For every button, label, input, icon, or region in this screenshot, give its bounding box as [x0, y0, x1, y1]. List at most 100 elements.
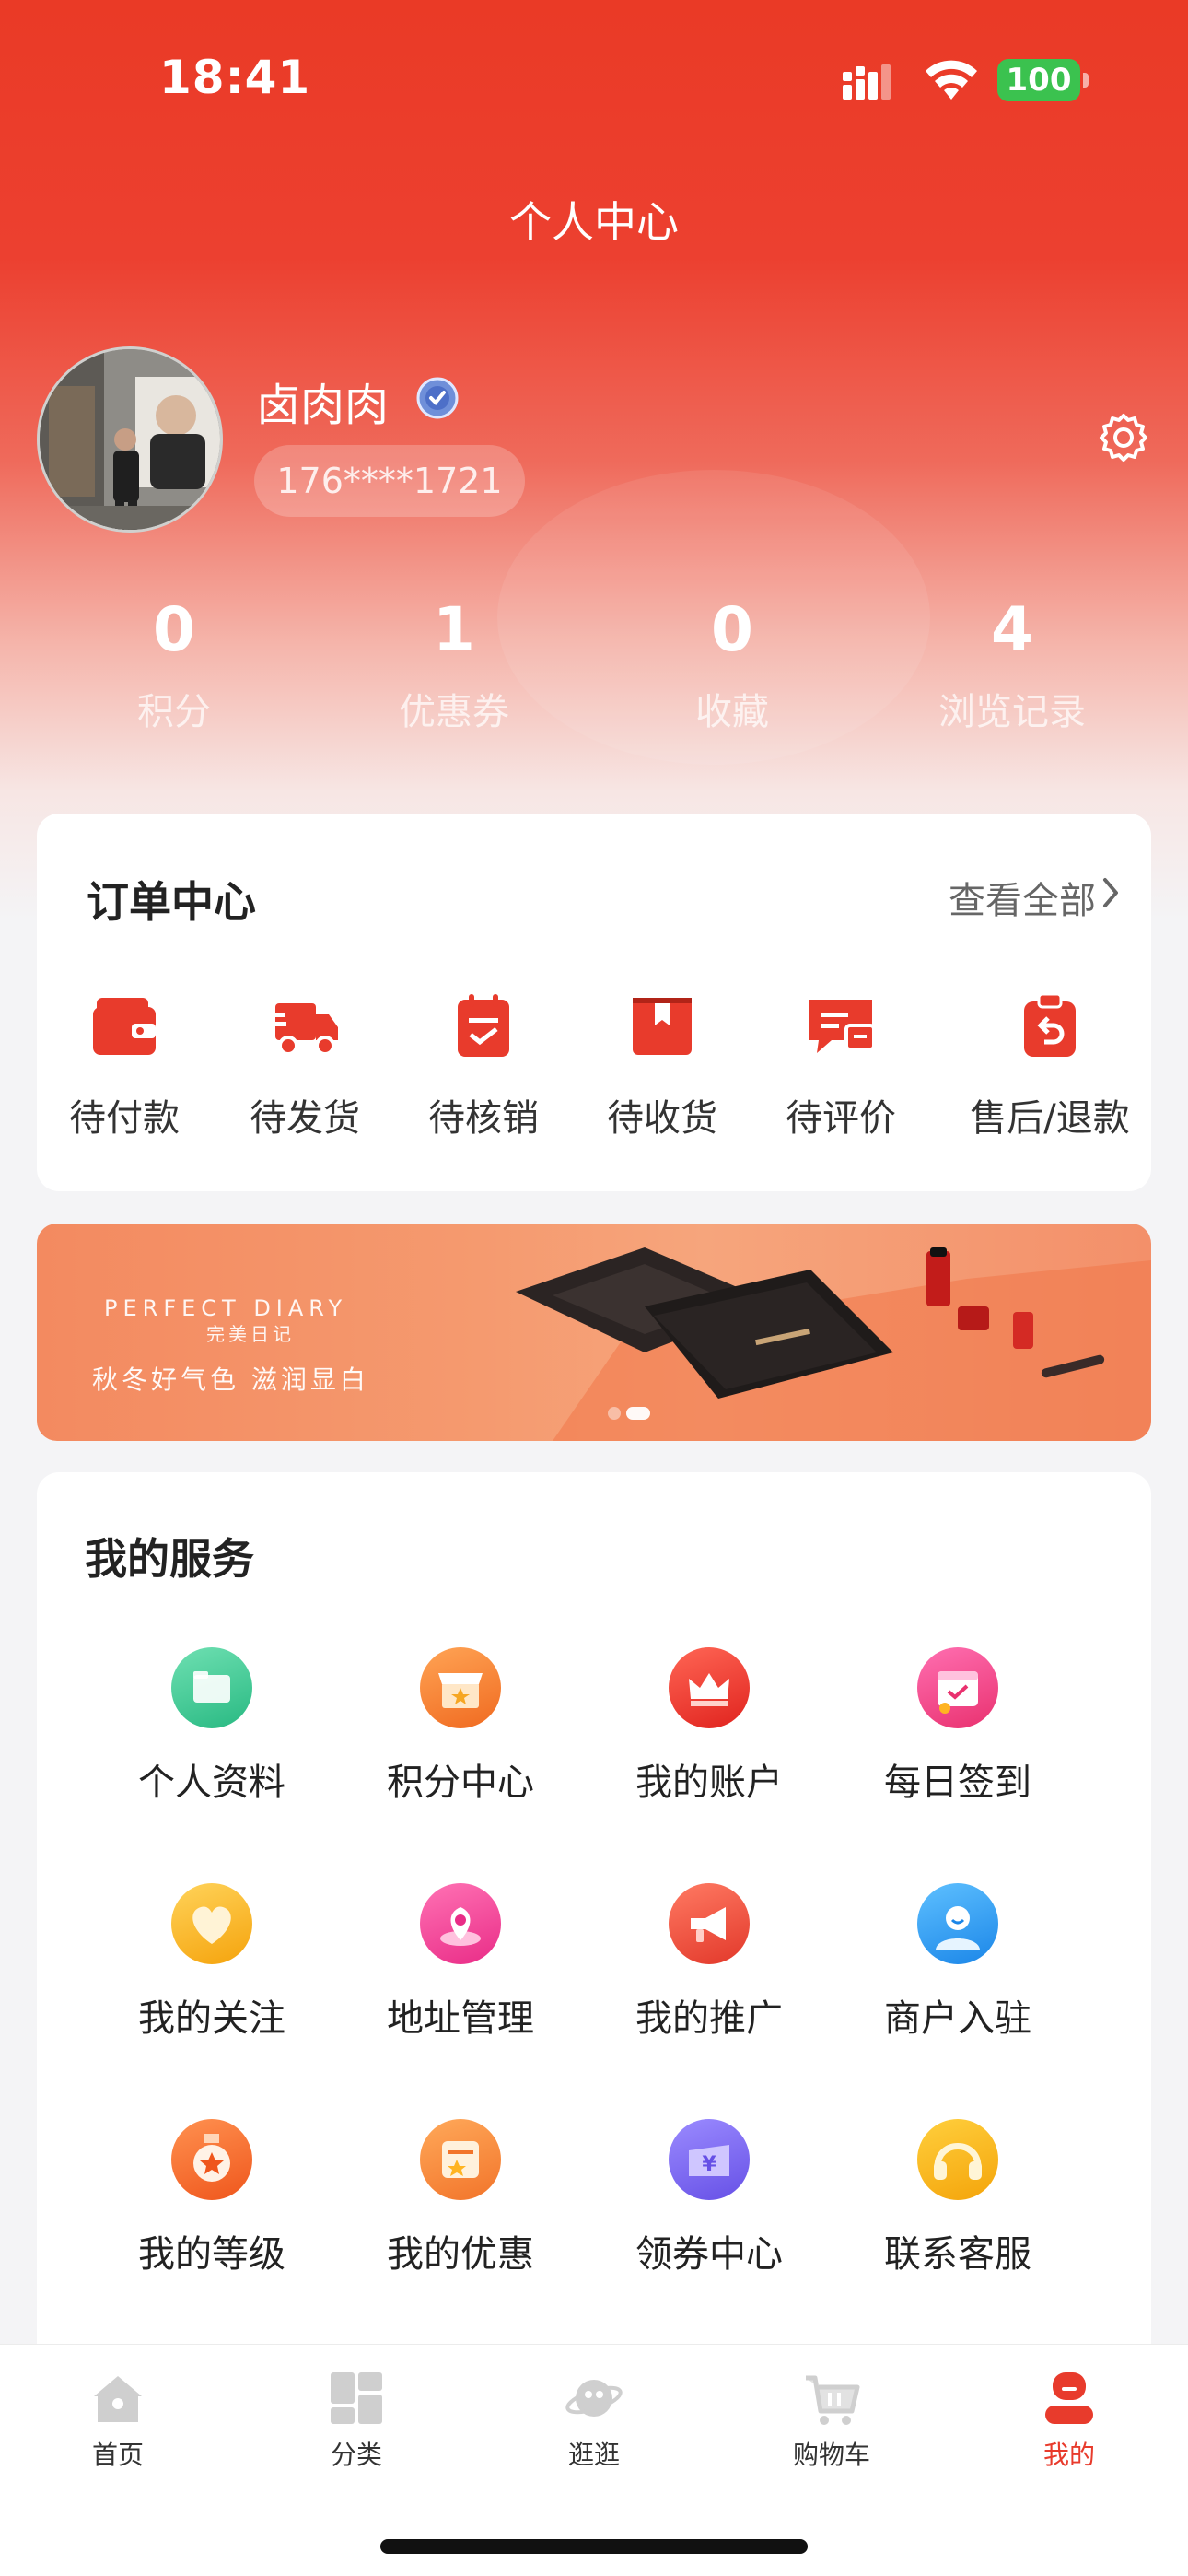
stat-label: 收藏: [695, 691, 769, 733]
order-label: 售后/退款: [970, 1097, 1130, 1140]
banner-slogan: 秋冬好气色 滋润显白: [92, 1364, 369, 1395]
stat-value: 1: [433, 594, 475, 665]
svg-text:¥: ¥: [702, 2153, 716, 2176]
order-pending-review[interactable]: 待评价: [753, 989, 928, 1142]
service-daily-checkin[interactable]: 每日签到: [838, 1647, 1077, 1806]
crown-icon: [669, 1647, 750, 1728]
calendar-icon: [917, 1647, 998, 1728]
wallet-icon: [93, 998, 156, 1055]
tab-explore[interactable]: 逛逛: [511, 2369, 677, 2472]
stat-label: 积分: [137, 691, 211, 733]
voucher-icon: ¥: [669, 2119, 750, 2200]
order-label: 待评价: [786, 1097, 896, 1140]
refund-icon: [1024, 992, 1076, 1057]
stat-value: 0: [153, 594, 195, 665]
heart-icon: [171, 1883, 252, 1964]
tab-category[interactable]: 分类: [274, 2369, 439, 2472]
comment-icon: [809, 1000, 876, 1053]
pagination-dot-active: [626, 1407, 650, 1420]
service-promotion[interactable]: 我的推广: [589, 1883, 829, 2042]
phone-number: 176****1721: [254, 445, 525, 517]
tab-mine[interactable]: 我的: [986, 2369, 1152, 2472]
stat-coupons[interactable]: 1 优惠券: [314, 594, 594, 735]
service-label: 个人资料: [138, 1762, 285, 1804]
order-pending-shipment[interactable]: 待发货: [217, 989, 392, 1142]
banner-brand-cn: 完美日记: [206, 1323, 295, 1345]
service-label: 领券中心: [635, 2233, 783, 2276]
chevron-right-icon[interactable]: [1098, 874, 1124, 911]
order-label: 待核销: [428, 1097, 539, 1140]
username: 卤肉肉: [256, 380, 390, 431]
stat-favorites[interactable]: 0 收藏: [592, 594, 872, 735]
promo-banner[interactable]: PERFECT DIARY 完美日记 秋冬好气色 滋润显白: [37, 1224, 1151, 1441]
page-title: 个人中心: [509, 197, 679, 247]
my-services-card: 我的服务 个人资料 积分中心 我的账户 每日签到 我的关注 地址管理 我的推广 …: [37, 1472, 1151, 2394]
order-after-sales[interactable]: 售后/退款: [958, 989, 1142, 1142]
profile-icon: [1045, 2372, 1093, 2424]
stat-value: 4: [991, 594, 1033, 665]
medal-icon: [171, 2119, 252, 2200]
service-label: 我的优惠: [387, 2233, 534, 2276]
tab-home[interactable]: 首页: [35, 2369, 201, 2472]
service-label: 我的关注: [138, 1997, 285, 2040]
service-my-discounts[interactable]: 我的优惠: [341, 2119, 580, 2277]
service-label: 联系客服: [884, 2233, 1031, 2276]
cart-icon: [806, 2375, 860, 2425]
service-label: 我的账户: [635, 1762, 783, 1804]
service-address[interactable]: 地址管理: [341, 1883, 580, 2042]
headset-icon: [917, 2119, 998, 2200]
settings-gear-icon[interactable]: [1096, 412, 1151, 467]
service-label: 积分中心: [387, 1762, 534, 1804]
service-customer-support[interactable]: 联系客服: [838, 2119, 1077, 2277]
tab-cart[interactable]: 购物车: [749, 2369, 914, 2472]
planet-icon: [565, 2380, 623, 2417]
service-merchant-join[interactable]: 商户入驻: [838, 1883, 1077, 2042]
truck-icon: [268, 1003, 338, 1056]
verified-badge-icon: [416, 377, 459, 419]
service-label: 我的推广: [635, 1997, 783, 2040]
cellular-signal-icon: [843, 64, 891, 100]
stat-points[interactable]: 0 积分: [34, 594, 314, 735]
service-points-center[interactable]: 积分中心: [341, 1647, 580, 1806]
package-icon: [633, 998, 692, 1055]
order-pending-verification[interactable]: 待核销: [396, 989, 571, 1142]
order-pending-payment[interactable]: 待付款: [37, 989, 212, 1142]
status-bar: 18:41 100: [0, 0, 1188, 147]
service-my-level[interactable]: 我的等级: [92, 2119, 332, 2277]
service-following[interactable]: 我的关注: [92, 1883, 332, 2042]
tab-label: 逛逛: [567, 2440, 620, 2470]
view-all-orders-link[interactable]: 查看全部: [949, 871, 1096, 924]
coupon-icon: [420, 2119, 501, 2200]
merchant-icon: [917, 1883, 998, 1964]
order-pending-receipt[interactable]: 待收货: [575, 989, 750, 1142]
banner-brand: PERFECT DIARY: [104, 1295, 348, 1321]
battery-indicator: 100: [997, 59, 1080, 101]
service-label: 我的等级: [138, 2233, 285, 2276]
pagination-dot: [608, 1407, 621, 1420]
banner-pagination: [608, 1406, 656, 1423]
banner-artwork: [516, 1247, 1151, 1441]
avatar[interactable]: [37, 346, 223, 533]
stats-row: 0 积分 1 优惠券 0 收藏 4 浏览记录: [0, 594, 1188, 760]
home-indicator: [380, 2539, 808, 2554]
wifi-icon: [926, 60, 977, 100]
stat-history[interactable]: 4 浏览记录: [872, 594, 1152, 735]
service-label: 每日签到: [884, 1762, 1031, 1804]
folder-icon: [171, 1647, 252, 1728]
clipboard-check-icon: [458, 994, 509, 1057]
service-profile[interactable]: 个人资料: [92, 1647, 332, 1806]
category-icon: [331, 2372, 382, 2424]
stat-value: 0: [711, 594, 753, 665]
tab-label: 购物车: [792, 2440, 870, 2470]
order-label: 待发货: [250, 1097, 360, 1140]
order-center-card: 订单中心 查看全部 待付款 待发货 待核销 待收货 待评价 售后/退款: [37, 814, 1151, 1191]
stat-label: 浏览记录: [938, 691, 1086, 733]
home-icon: [94, 2376, 142, 2422]
my-services-title: 我的服务: [85, 1534, 254, 1584]
megaphone-icon: [669, 1883, 750, 1964]
service-my-account[interactable]: 我的账户: [589, 1647, 829, 1806]
service-coupon-center[interactable]: ¥ 领券中心: [589, 2119, 829, 2277]
battery-tip: [1083, 73, 1089, 88]
location-icon: [420, 1883, 501, 1964]
avatar-photo: [40, 349, 220, 530]
